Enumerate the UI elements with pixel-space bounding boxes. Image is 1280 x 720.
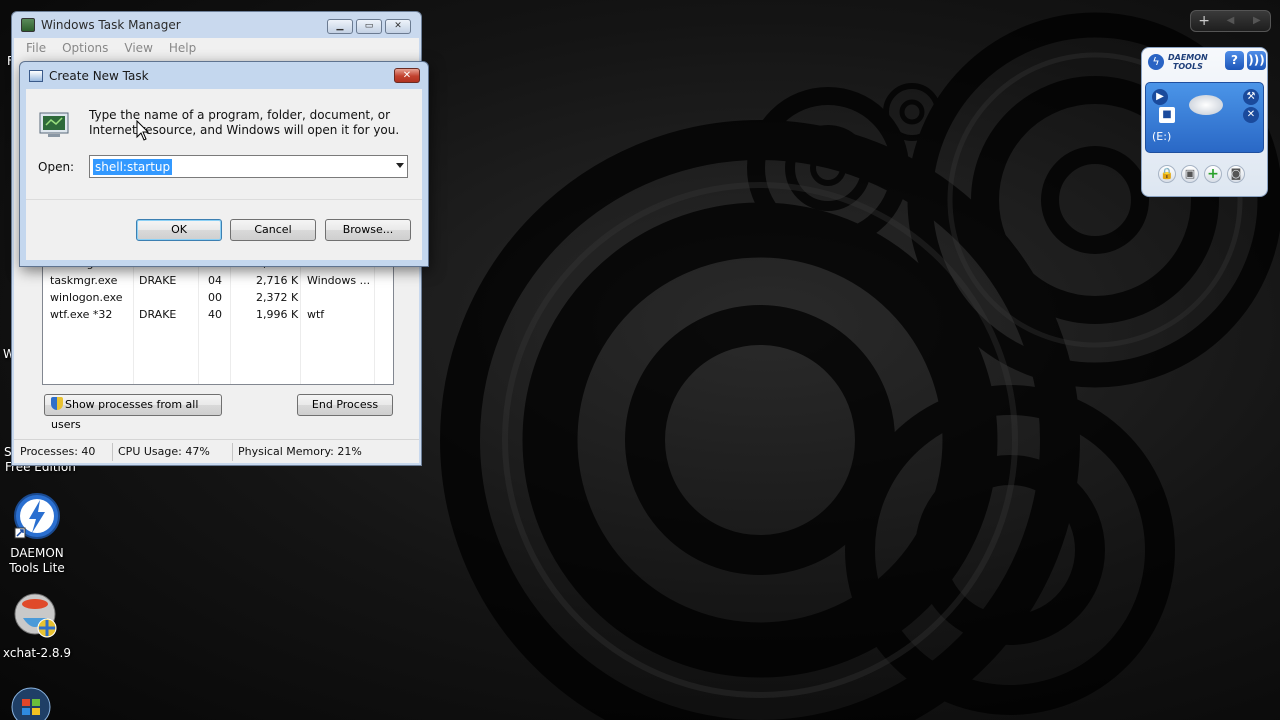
gadget-tools-row: 🔒 ▣ + ◙ <box>1158 165 1245 183</box>
play-icon[interactable]: ▶ <box>1152 89 1168 105</box>
menu-file[interactable]: File <box>26 41 46 55</box>
disc-drive-icon <box>1189 95 1223 115</box>
lightning-icon: ϟ <box>1148 54 1164 70</box>
minimize-button[interactable]: ▁ <box>327 19 353 34</box>
mouse-cursor-icon <box>136 120 150 141</box>
dialog-separator <box>26 199 422 200</box>
window-title: Windows Task Manager <box>41 18 181 32</box>
rss-icon[interactable]: ))) <box>1247 51 1266 70</box>
remove-drive-icon[interactable]: ◙ <box>1227 165 1245 183</box>
run-program-icon <box>39 112 69 137</box>
sidebar-toolbar: + ◀ ▶ <box>1190 10 1271 32</box>
daemon-tools-gadget: ϟ DAEMON TOOLS ? ))) ▶ ■ ⚒ ✕ (E:) 🔒 ▣ + ◙ <box>1141 47 1268 197</box>
create-new-task-dialog: Create New Task ✕ Type the name of a pro… <box>19 61 429 267</box>
desktop-icon-label: DAEMON <box>10 546 64 560</box>
xchat-icon <box>14 593 57 638</box>
open-label: Open: <box>38 160 75 174</box>
start-orb-icon[interactable] <box>10 686 52 720</box>
status-bar: Processes: 40 CPU Usage: 47% Physical Me… <box>14 439 419 463</box>
process-cpu: 04 <box>208 274 222 287</box>
status-cpu-usage: CPU Usage: 47% <box>118 445 210 458</box>
next-page-button[interactable]: ▶ <box>1244 11 1270 31</box>
dialog-icon <box>29 69 43 82</box>
close-button[interactable]: ✕ <box>385 19 411 34</box>
open-combobox[interactable]: shell:startup <box>89 155 408 178</box>
dialog-close-button[interactable]: ✕ <box>394 68 420 83</box>
dialog-body: Type the name of a program, folder, docu… <box>26 89 422 260</box>
logo-text: TOOLS <box>1172 62 1203 71</box>
show-all-processes-button[interactable]: Show processes from all users <box>44 394 222 431</box>
status-processes: Processes: 40 <box>20 445 96 458</box>
process-description: wtf <box>307 308 325 321</box>
daemon-tools-logo: ϟ DAEMON TOOLS <box>1148 52 1228 72</box>
process-cpu: 00 <box>208 291 222 304</box>
menu-help[interactable]: Help <box>169 41 196 55</box>
process-name: wtf.exe *32 <box>50 308 113 321</box>
process-memory: 2,716 K <box>256 274 299 287</box>
desktop-icon-label: Tools Lite <box>9 561 65 575</box>
process-memory: 1,996 K <box>256 308 299 321</box>
help-button[interactable]: ? <box>1225 51 1244 70</box>
process-description: Windows ... <box>307 274 371 287</box>
daemon-tools-icon <box>14 493 60 539</box>
caption-buttons: ▁ ▭ ✕ <box>327 19 411 34</box>
browse-button[interactable]: Browse... <box>325 219 411 241</box>
process-user: DRAKE <box>139 308 177 321</box>
dialog-title: Create New Task <box>49 68 149 83</box>
chevron-down-icon[interactable] <box>396 163 404 168</box>
desktop-icon-xchat[interactable]: xchat-2.8.9 <box>0 592 74 661</box>
previous-page-button[interactable]: ◀ <box>1217 11 1243 31</box>
drive-letter: (E:) <box>1152 130 1172 143</box>
process-list[interactable]: taskeng.exe DRAKE 00 3,240 K Task Sche..… <box>42 257 394 385</box>
maximize-button[interactable]: ▭ <box>356 19 382 34</box>
lock-icon[interactable]: 🔒 <box>1158 165 1176 183</box>
desktop-icon-label: xchat-2.8.9 <box>2 646 71 660</box>
uac-shield-icon <box>51 397 63 410</box>
process-cpu: 40 <box>208 308 222 321</box>
logo-text: DAEMON <box>1168 53 1208 62</box>
process-user: DRAKE <box>139 274 177 287</box>
ok-button[interactable]: OK <box>136 219 222 241</box>
end-process-button[interactable]: End Process <box>297 394 393 416</box>
process-name: winlogon.exe <box>50 291 123 304</box>
add-gadget-button[interactable]: + <box>1191 11 1217 31</box>
desktop-icon-daemon-tools[interactable]: DAEMON Tools Lite <box>0 492 74 576</box>
open-input-value[interactable]: shell:startup <box>93 159 173 175</box>
menu-options[interactable]: Options <box>62 41 108 55</box>
add-drive-icon[interactable]: + <box>1204 165 1222 183</box>
task-manager-icon <box>21 18 35 32</box>
unmount-icon[interactable]: ✕ <box>1243 107 1259 123</box>
dialog-titlebar[interactable]: Create New Task <box>20 62 428 89</box>
wrench-icon[interactable]: ⚒ <box>1243 89 1259 105</box>
menu-bar: File Options View Help <box>14 38 419 57</box>
show-all-processes-label: Show processes from all users <box>51 398 199 431</box>
process-name: taskmgr.exe <box>50 274 118 287</box>
cancel-button[interactable]: Cancel <box>230 219 316 241</box>
status-physical-memory: Physical Memory: 21% <box>238 445 362 458</box>
process-memory: 2,372 K <box>256 291 299 304</box>
stop-icon[interactable]: ■ <box>1159 107 1175 123</box>
menu-view[interactable]: View <box>124 41 152 55</box>
virtual-drive-panel[interactable]: ▶ ■ ⚒ ✕ (E:) <box>1145 82 1264 153</box>
mount-image-icon[interactable]: ▣ <box>1181 165 1199 183</box>
